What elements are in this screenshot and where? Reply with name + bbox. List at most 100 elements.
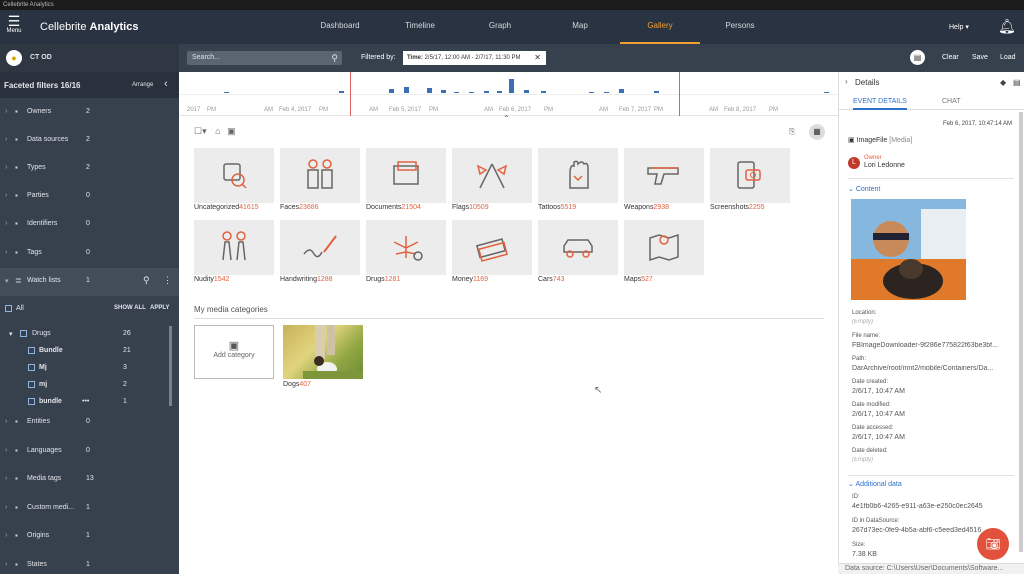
facet-types[interactable]: › ▪ Types 2 — [0, 155, 179, 183]
time-filter-chip[interactable]: Time: 2/5/17, 12:00 AM - 2/7/17, 11:30 P… — [403, 51, 546, 65]
facet-languages[interactable]: › ▪ Languages 0 — [0, 438, 179, 466]
details-header: › Details ◆ ▤ — [839, 72, 1024, 94]
apply-button[interactable]: APPLY — [150, 305, 169, 311]
facet-identifiers[interactable]: › ▪ Identifiers 0 — [0, 211, 179, 239]
more-vertical-icon[interactable]: ⋮ — [163, 275, 172, 286]
facet-tags[interactable]: › ▪ Tags 0 — [0, 240, 179, 268]
arrange-button[interactable]: Arrange — [132, 82, 153, 88]
category-tile-drugs[interactable] — [366, 220, 446, 275]
watchlist-checkbox[interactable] — [28, 364, 35, 371]
search-icon[interactable]: ⚲ — [331, 51, 338, 65]
nav-gallery[interactable]: Gallery — [620, 10, 700, 44]
nav-map[interactable]: Map — [540, 10, 620, 44]
category-tile-uncategorized[interactable] — [194, 148, 274, 203]
watchlist-item[interactable]: bundle ••• 1 — [0, 394, 168, 410]
category-tile-faces[interactable] — [280, 148, 360, 203]
facet-media-tags[interactable]: › ▪ Media tags 13 — [0, 466, 179, 494]
timeline-histogram[interactable]: ⌃ 2017PMAMFeb 4, 2017PMAMFeb 5, 2017PMAM… — [179, 72, 838, 123]
help-menu[interactable]: Help ▾ — [949, 23, 969, 31]
category-tile-weapons[interactable] — [624, 148, 704, 203]
nav-timeline[interactable]: Timeline — [380, 10, 460, 44]
facet-watch-lists[interactable]: ▾ ≣ Watch lists 1 ⚲ ⋮ — [0, 268, 179, 296]
document-icon[interactable]: ▤ — [1013, 78, 1021, 87]
all-checkbox[interactable] — [5, 305, 12, 312]
facet-custom-medi-[interactable]: › ▪ Custom medi... 1 — [0, 495, 179, 523]
watchlist-search-icon[interactable]: ⚲ — [143, 275, 150, 286]
watchlist-item[interactable]: Mj 3 — [0, 360, 168, 376]
divider — [194, 318, 824, 319]
facet-origins[interactable]: › ▪ Origins 1 — [0, 523, 179, 551]
timeline-tick-label: Feb 4, 2017 — [279, 107, 312, 113]
watchlist-checkbox[interactable] — [20, 330, 27, 337]
details-scrollbar[interactable] — [1019, 112, 1023, 552]
range-start-handle[interactable] — [350, 72, 351, 116]
nav-graph[interactable]: Graph — [460, 10, 540, 44]
category-count: 1281 — [384, 276, 401, 283]
watchlist-item[interactable]: mj 2 — [0, 377, 168, 393]
chevron-right-icon[interactable]: › — [845, 77, 848, 86]
watchlist-checkbox[interactable] — [28, 381, 35, 388]
screenshots-icon — [730, 161, 770, 194]
category-tile-documents[interactable] — [366, 148, 446, 203]
view-toggle-icon[interactable]: ▦ — [809, 124, 825, 140]
category-count: 1542 — [213, 276, 230, 283]
watchlist-label: Bundle — [39, 347, 63, 354]
tab-event-details[interactable]: EVENT DETAILS — [853, 98, 907, 110]
watchlist-checkbox[interactable] — [28, 398, 35, 405]
tag-icon[interactable]: ⌂ — [215, 126, 220, 136]
category-tile-screenshots[interactable] — [710, 148, 790, 203]
camera-fab-button[interactable]: 📷︎ — [977, 528, 1009, 560]
facet-entities[interactable]: › ▪ Entities 0 — [0, 409, 179, 437]
facet-owners[interactable]: › ▪ Owners 2 — [0, 99, 179, 127]
facet-states[interactable]: › ▪ States 1 — [0, 552, 179, 574]
globe-icon: ▪ — [15, 446, 18, 455]
add-category-button[interactable]: ▣ Add category — [194, 325, 274, 379]
range-end-handle[interactable] — [679, 72, 680, 116]
tab-chat[interactable]: CHAT — [942, 98, 961, 105]
facet-count: 13 — [86, 475, 94, 482]
clear-button[interactable]: Clear — [942, 54, 959, 61]
content-section-toggle[interactable]: ⌄ Content — [848, 185, 880, 193]
menu-button[interactable]: ☰ Menu — [4, 14, 24, 34]
content-photo[interactable] — [851, 199, 966, 300]
show-all-button[interactable]: SHOW ALL — [114, 305, 146, 311]
timeline-tick-label: PM — [207, 107, 216, 113]
additional-data-toggle[interactable]: ⌄ Additional data — [848, 480, 902, 488]
category-tile-money[interactable] — [452, 220, 532, 275]
category-tile-cars[interactable] — [538, 220, 618, 275]
document-icon[interactable]: ▣ — [227, 126, 236, 136]
category-tile-nudity[interactable] — [194, 220, 274, 275]
menu-label: Menu — [6, 28, 22, 34]
case-header[interactable]: ● CT OD — [0, 44, 179, 72]
watchlist-item[interactable]: Bundle 21 — [0, 343, 168, 359]
search-input[interactable]: Search... ⚲ — [187, 51, 342, 65]
category-count: 21504 — [401, 204, 421, 211]
close-icon[interactable]: ✕ — [534, 52, 541, 64]
watchlist-checkbox[interactable] — [28, 347, 35, 354]
category-tile-tattoos[interactable] — [538, 148, 618, 203]
nav-persons[interactable]: Persons — [700, 10, 780, 44]
event-date: Feb 6, 2017, 10:47:14 AM — [943, 121, 1013, 127]
save-button[interactable]: Save — [972, 54, 988, 61]
owner-label: Owner — [864, 155, 882, 161]
facet-data-sources[interactable]: › ▪ Data sources 2 — [0, 127, 179, 155]
load-button[interactable]: Load — [1000, 54, 1016, 61]
nav-dashboard[interactable]: Dashboard — [300, 10, 380, 44]
facet-parties[interactable]: › ▪ Parties 0 — [0, 183, 179, 211]
watchlist-label: bundle — [39, 398, 62, 405]
watchlist-scrollbar[interactable] — [169, 326, 172, 406]
additional-label: ID in DataSource: — [852, 518, 900, 524]
category-tile-maps[interactable] — [624, 220, 704, 275]
category-tile-flags[interactable] — [452, 148, 532, 203]
category-tile-handwriting[interactable] — [280, 220, 360, 275]
export-icon[interactable]: ⎘ — [789, 127, 795, 137]
select-checkbox-icon[interactable]: ☐▾ — [194, 126, 207, 136]
dogs-category-thumbnail[interactable] — [283, 325, 363, 379]
watchlist-item[interactable]: ▾ Drugs 26 — [0, 326, 168, 342]
more-horizontal-icon[interactable]: ••• — [82, 398, 89, 405]
bell-icon[interactable]: 🔔︎ — [998, 18, 1016, 35]
tag-icon[interactable]: ◆ — [1000, 78, 1006, 87]
filter-options-icon[interactable]: ▤ — [910, 50, 925, 65]
collapse-sidebar-icon[interactable]: ‹ — [164, 78, 168, 90]
gallery-tools: ☐▾ ⌂ ▣ — [194, 126, 236, 137]
